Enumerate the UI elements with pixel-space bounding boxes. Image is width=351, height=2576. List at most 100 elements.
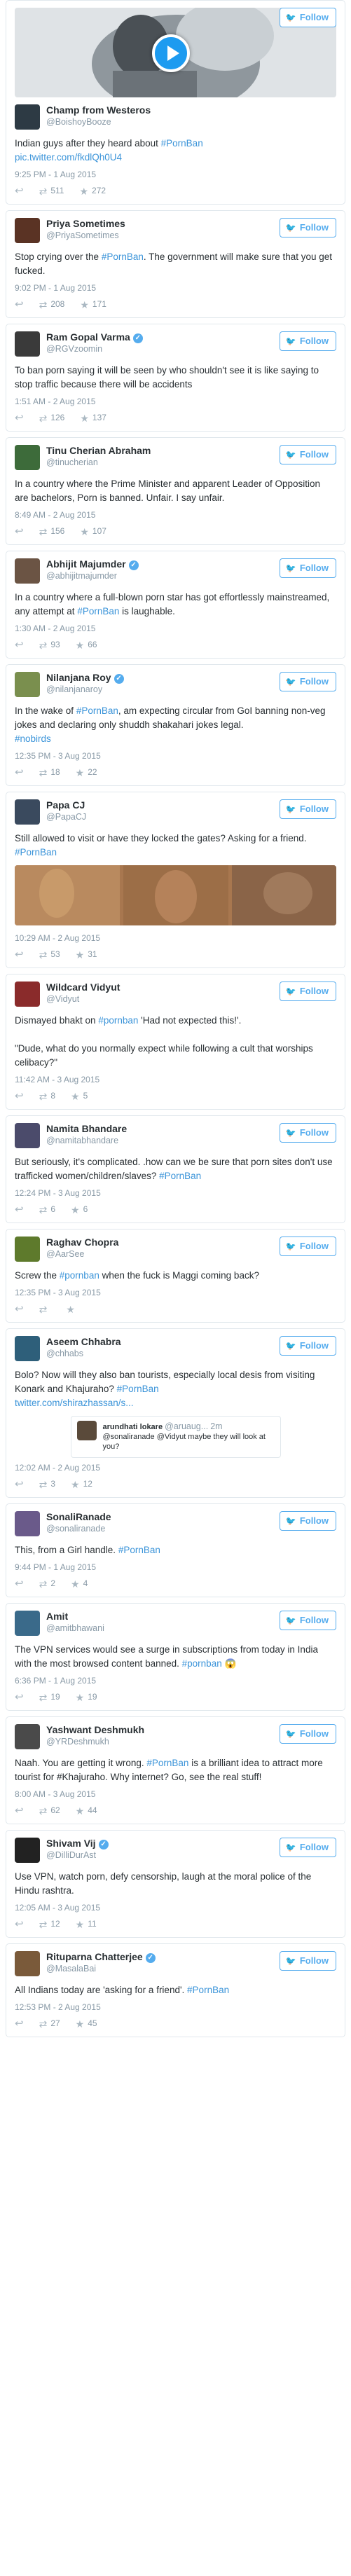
tweet-timestamp[interactable]: 1:30 AM - 2 Aug 2015 <box>15 623 336 634</box>
follow-button[interactable]: 🐦 Follow <box>279 1838 336 1857</box>
retweet-button[interactable]: ⇄ 27 <box>39 2017 60 2031</box>
reply-icon[interactable]: ↩ <box>15 184 24 199</box>
author-name-text[interactable]: Tinu Cherian Abraham <box>46 445 151 456</box>
follow-button[interactable]: 🐦 Follow <box>279 8 336 27</box>
follow-label[interactable]: Follow <box>300 986 329 996</box>
author-name-text[interactable]: Papa CJ <box>46 799 85 811</box>
follow-button[interactable]: 🐦 Follow <box>279 218 336 237</box>
like-button[interactable]: ★ 44 <box>76 1804 97 1818</box>
avatar[interactable] <box>15 1237 40 1262</box>
tweet-timestamp[interactable]: 9:44 PM - 1 Aug 2015 <box>15 1562 336 1573</box>
like-button[interactable]: ★ 107 <box>80 525 106 539</box>
tweet-link[interactable]: #nobirds <box>15 733 51 744</box>
tweet-timestamp[interactable]: 9:02 PM - 1 Aug 2015 <box>15 282 336 294</box>
follow-label[interactable]: Follow <box>300 1340 329 1351</box>
follow-label[interactable]: Follow <box>300 804 329 814</box>
follow-button[interactable]: 🐦 Follow <box>279 1611 336 1630</box>
follow-label[interactable]: Follow <box>300 336 329 346</box>
follow-label[interactable]: Follow <box>300 449 329 460</box>
retweet-button[interactable]: ⇄ 2 <box>39 1577 55 1591</box>
avatar[interactable] <box>15 1511 40 1536</box>
reply-icon[interactable]: ↩ <box>15 2016 24 2032</box>
avatar[interactable] <box>15 1123 40 1148</box>
avatar[interactable] <box>15 799 40 825</box>
avatar[interactable] <box>15 558 40 584</box>
reply-icon[interactable]: ↩ <box>15 947 24 963</box>
avatar[interactable] <box>15 104 40 130</box>
like-button[interactable]: ★ <box>66 1302 78 1316</box>
like-button[interactable]: ★ 5 <box>71 1089 88 1103</box>
reply-icon[interactable]: ↩ <box>15 411 24 426</box>
retweet-button[interactable]: ⇄ 208 <box>39 298 65 312</box>
tweet-timestamp[interactable]: 12:35 PM - 3 Aug 2015 <box>15 750 336 762</box>
follow-label[interactable]: Follow <box>300 1515 329 1526</box>
author-name-text[interactable]: Aseem Chhabra <box>46 1336 121 1347</box>
like-button[interactable]: ★ 11 <box>76 1917 97 1931</box>
like-button[interactable]: ★ 45 <box>76 2017 97 2031</box>
reply-icon[interactable]: ↩ <box>15 1576 24 1592</box>
follow-button[interactable]: 🐦 Follow <box>279 445 336 464</box>
tweet-link[interactable]: pic.twitter.com/fkdlQh0U4 <box>15 152 122 163</box>
tweet-timestamp[interactable]: 12:24 PM - 3 Aug 2015 <box>15 1187 336 1199</box>
tweet-timestamp[interactable]: 1:51 AM - 2 Aug 2015 <box>15 396 336 407</box>
retweet-button[interactable]: ⇄ 6 <box>39 1203 55 1217</box>
reply-icon[interactable]: ↩ <box>15 524 24 539</box>
avatar[interactable] <box>15 1724 40 1749</box>
author-name-text[interactable]: Raghav Chopra <box>46 1237 118 1248</box>
follow-button[interactable]: 🐦 Follow <box>279 1724 336 1744</box>
follow-label[interactable]: Follow <box>300 1842 329 1852</box>
avatar[interactable] <box>15 218 40 243</box>
like-button[interactable]: ★ 31 <box>76 948 97 962</box>
author-name-text[interactable]: SonaliRanade <box>46 1511 111 1522</box>
hashtag-link[interactable]: #PornBan <box>102 252 144 262</box>
like-button[interactable]: ★ 19 <box>76 1690 97 1704</box>
tweet-timestamp[interactable]: 8:49 AM - 2 Aug 2015 <box>15 509 336 521</box>
follow-label[interactable]: Follow <box>300 1728 329 1739</box>
avatar[interactable] <box>15 1951 40 1976</box>
reply-icon[interactable]: ↩ <box>15 1690 24 1705</box>
like-button[interactable]: ★ 6 <box>71 1203 88 1217</box>
follow-label[interactable]: Follow <box>300 1615 329 1625</box>
reply-icon[interactable]: ↩ <box>15 1803 24 1819</box>
reply-icon[interactable]: ↩ <box>15 638 24 653</box>
retweet-button[interactable]: ⇄ 126 <box>39 411 65 425</box>
author-name-text[interactable]: Yashwant Deshmukh <box>46 1724 144 1735</box>
follow-button[interactable]: 🐦 Follow <box>279 558 336 578</box>
author-name-text[interactable]: Abhijit Majumder <box>46 558 126 570</box>
reply-icon[interactable]: ↩ <box>15 1089 24 1104</box>
reply-icon[interactable]: ↩ <box>15 1477 24 1492</box>
hashtag-link[interactable]: #pornban <box>98 1015 138 1026</box>
follow-label[interactable]: Follow <box>300 1241 329 1251</box>
avatar[interactable] <box>15 1838 40 1863</box>
hashtag-link[interactable]: #PornBan <box>76 705 118 716</box>
retweet-button[interactable]: ⇄ 93 <box>39 638 60 652</box>
like-button[interactable]: ★ 272 <box>79 184 106 198</box>
follow-label[interactable]: Follow <box>300 563 329 573</box>
follow-button[interactable]: 🐦 Follow <box>279 1336 336 1356</box>
retweet-button[interactable]: ⇄ 156 <box>39 525 65 539</box>
retweet-button[interactable]: ⇄ 3 <box>39 1478 55 1492</box>
author-name-text[interactable]: Shivam Vij <box>46 1838 96 1849</box>
avatar[interactable] <box>15 1336 40 1361</box>
retweet-button[interactable]: ⇄ 19 <box>39 1690 60 1704</box>
follow-button[interactable]: 🐦 Follow <box>279 1511 336 1531</box>
reply-icon[interactable]: ↩ <box>15 1302 24 1317</box>
follow-label[interactable]: Follow <box>300 676 329 687</box>
author-name-text[interactable]: Namita Bhandare <box>46 1123 127 1134</box>
follow-button[interactable]: 🐦 Follow <box>279 799 336 819</box>
retweet-button[interactable]: ⇄ 511 <box>39 184 64 198</box>
tweet-timestamp[interactable]: 6:36 PM - 1 Aug 2015 <box>15 1675 336 1686</box>
hashtag-link[interactable]: #PornBan <box>15 847 57 857</box>
tweet-timestamp[interactable]: 8:00 AM - 3 Aug 2015 <box>15 1789 336 1800</box>
follow-label[interactable]: Follow <box>300 1955 329 1966</box>
retweet-button[interactable]: ⇄ 8 <box>39 1089 55 1103</box>
hashtag-link[interactable]: #PornBan <box>117 1384 159 1394</box>
avatar[interactable] <box>15 331 40 357</box>
follow-button[interactable]: 🐦 Follow <box>279 1237 336 1256</box>
hashtag-link[interactable]: #pornban <box>182 1658 222 1669</box>
like-button[interactable]: ★ 137 <box>80 411 106 425</box>
reply-icon[interactable]: ↩ <box>15 1202 24 1218</box>
reply-icon[interactable]: ↩ <box>15 765 24 780</box>
author-name-text[interactable]: Champ from Westeros <box>46 104 151 116</box>
follow-button[interactable]: 🐦 Follow <box>279 982 336 1001</box>
